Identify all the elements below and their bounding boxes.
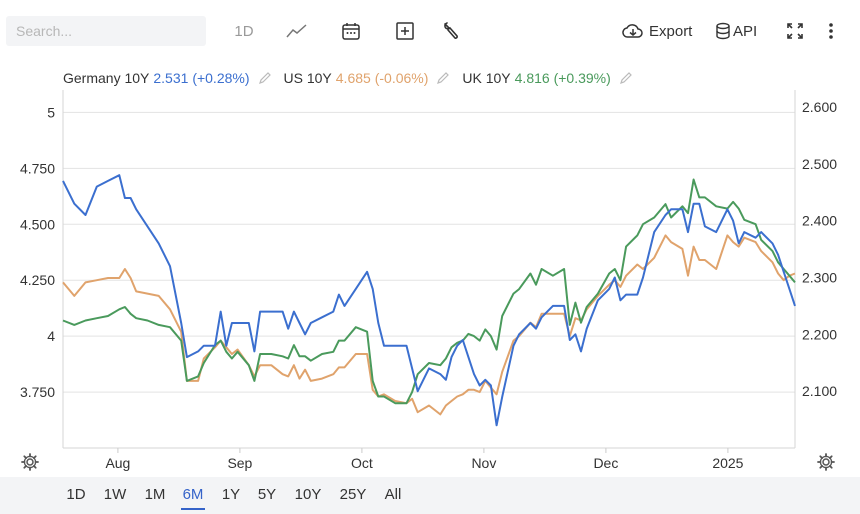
right-tick-label: 2.200 (802, 326, 837, 342)
range-selector: 1D 1W 1M 6M 1Y 5Y 10Y 25Y All (0, 477, 860, 514)
x-tick-label: Aug (105, 455, 130, 471)
x-tick-label: Oct (351, 455, 373, 471)
series-line-germany-10y (62, 174, 796, 427)
x-tick-label: Sep (227, 455, 252, 471)
left-tick-label: 4.500 (20, 216, 55, 232)
range-25y[interactable]: 25Y (339, 486, 367, 508)
grid-lines (62, 90, 796, 449)
range-10y[interactable]: 10Y (294, 486, 322, 508)
right-tick-label: 2.400 (802, 213, 837, 229)
right-tick-label: 2.300 (802, 270, 837, 286)
x-tick-label: Nov (471, 455, 496, 471)
export-label: Export (649, 22, 693, 40)
left-tick-label: 4.250 (20, 272, 55, 288)
right-tick-label: 2.500 (802, 156, 837, 172)
x-tick-label: Dec (593, 455, 618, 471)
range-1y[interactable]: 1Y (221, 486, 241, 508)
left-axis-settings-icon[interactable] (20, 452, 40, 472)
chart-plot[interactable]: 3.75044.2504.5004.7505 2.1002.2002.3002.… (0, 60, 860, 477)
left-tick-label: 3.750 (20, 384, 55, 400)
right-tick-label: 2.100 (802, 383, 837, 399)
calendar-icon[interactable] (340, 16, 362, 46)
series-line-us-10y (62, 234, 796, 416)
range-all[interactable]: All (383, 486, 403, 508)
line-chart-icon[interactable] (285, 16, 309, 46)
left-tick-label: 4 (47, 328, 55, 344)
right-axis-settings-icon[interactable] (816, 452, 836, 472)
range-1d[interactable]: 1D (66, 486, 86, 508)
left-tick-label: 5 (47, 104, 55, 120)
search-input[interactable] (6, 16, 206, 46)
series-lines (62, 174, 796, 427)
toolbar: 1D Export API (0, 0, 860, 60)
right-axis: 2.100 2.200 2.300 2.400 2.500 2.600 (802, 99, 837, 399)
range-1m[interactable]: 1M (143, 486, 167, 508)
interval-button[interactable]: 1D (230, 16, 258, 46)
interval-label: 1D (234, 22, 254, 40)
wrench-icon[interactable] (440, 16, 462, 46)
plus-square-icon[interactable] (394, 16, 416, 46)
database-icon (716, 22, 730, 40)
left-axis: 3.750 4 4.250 4.500 4.750 5 (20, 104, 55, 400)
fullscreen-icon[interactable] (784, 16, 806, 46)
range-6m[interactable]: 6M (181, 486, 205, 510)
right-tick-label: 2.600 (802, 99, 837, 115)
x-tick-label: 2025 (712, 455, 743, 471)
export-button[interactable]: Export (622, 16, 696, 46)
more-vertical-icon[interactable] (822, 16, 840, 46)
cloud-download-icon (622, 24, 643, 38)
api-button[interactable]: API (715, 16, 763, 46)
range-5y[interactable]: 5Y (257, 486, 277, 508)
left-tick-label: 4.750 (20, 160, 55, 176)
x-axis: Aug Sep Oct Nov Dec 2025 (105, 448, 744, 471)
range-1w[interactable]: 1W (103, 486, 127, 508)
api-label: API (733, 22, 758, 40)
